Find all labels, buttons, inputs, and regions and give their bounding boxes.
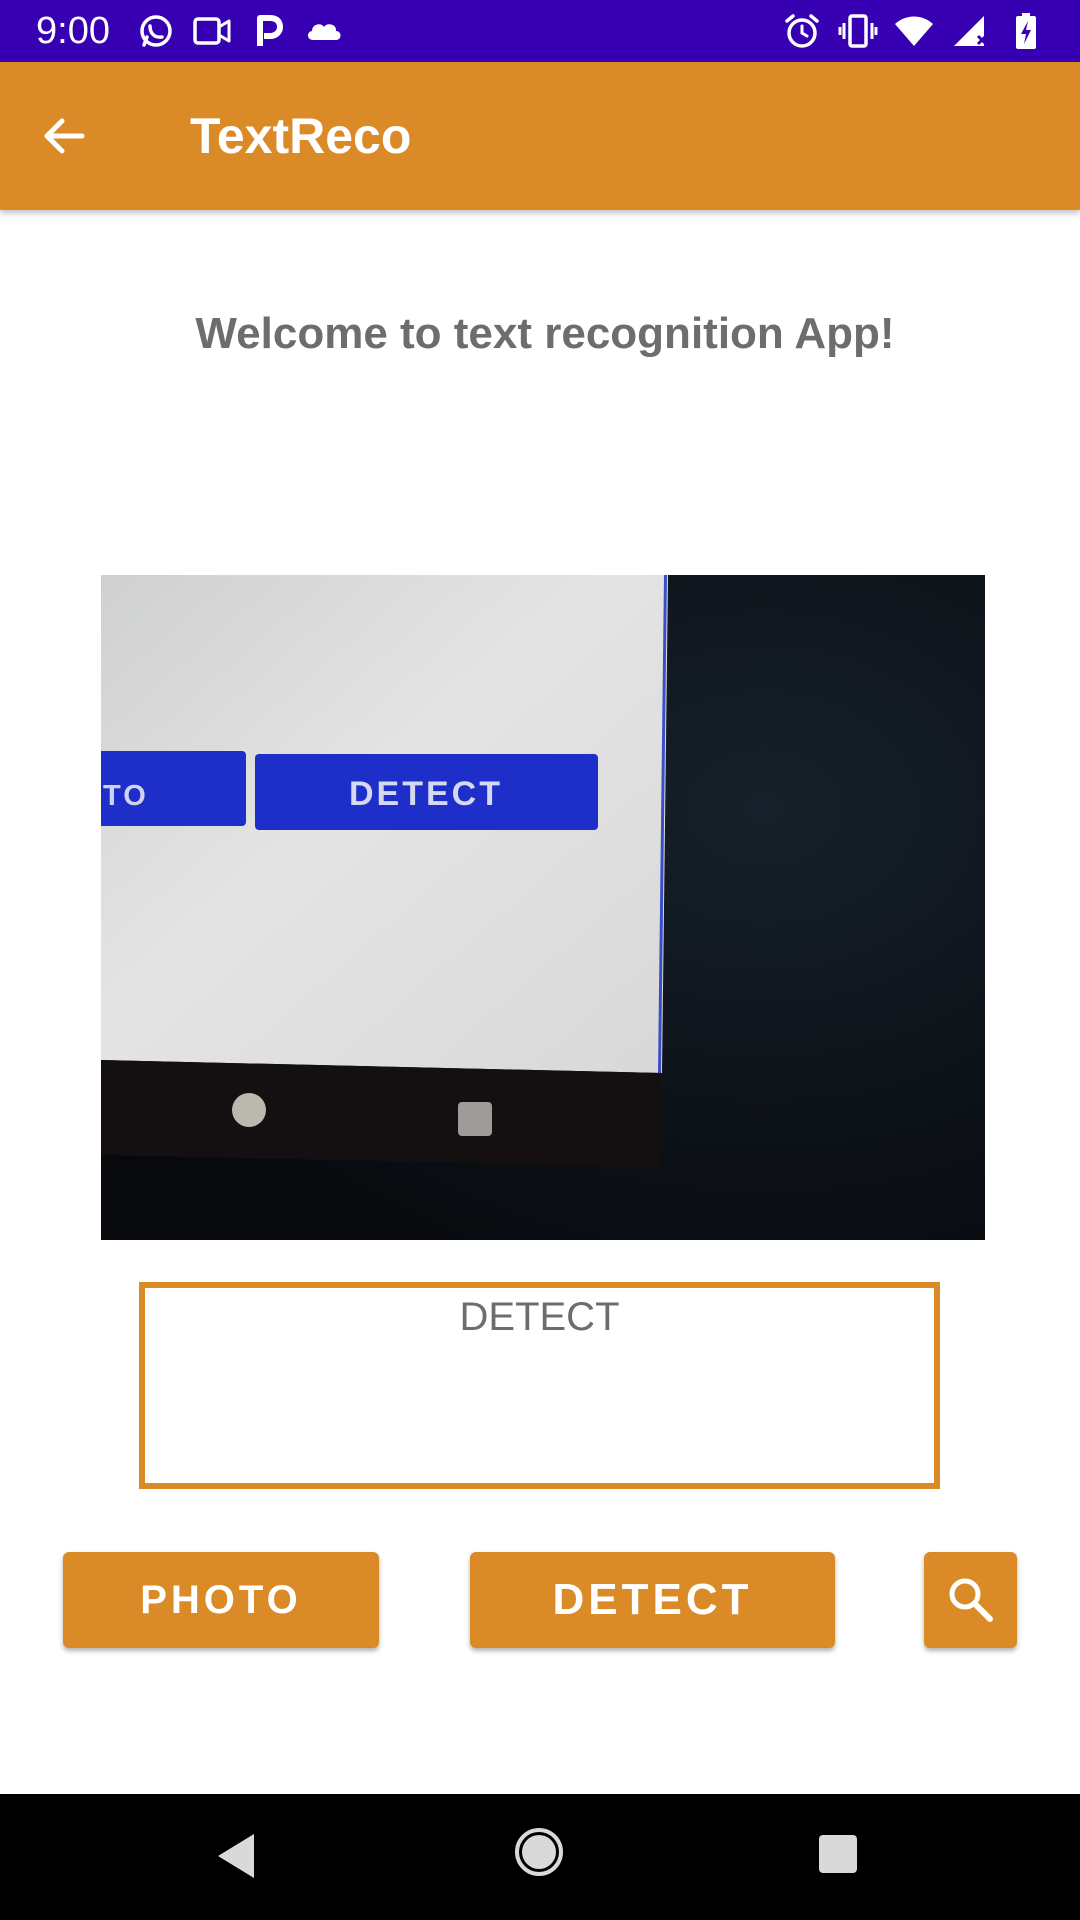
nav-back-icon[interactable] [214,1830,258,1882]
nav-recents-icon[interactable] [817,1833,859,1875]
parking-icon [257,15,283,46]
status-time: 9:00 [36,10,110,52]
arrow-back-icon [44,118,85,154]
status-left-icons [136,12,344,50]
nav-bar [0,1794,1080,1920]
back-button[interactable] [30,102,98,170]
whatsapp-icon [140,15,172,47]
photo-partial-button-label: TO [103,780,149,812]
photo-nav-square [458,1102,492,1136]
detect-button-label: DETECT [552,1575,753,1624]
detect-button[interactable]: DETECT [470,1552,835,1648]
photo-detect-button-label: DETECT [349,775,503,813]
photo-button-label: PHOTO [140,1577,302,1622]
search-button[interactable] [924,1552,1017,1648]
cloud-icon [307,24,341,40]
search-icon [949,1578,993,1622]
vibrate-icon [838,14,878,48]
photo-nav-circle [232,1093,266,1127]
result-text: DETECT [459,1295,620,1339]
status-bar: 9:00 [0,0,1080,62]
app-bar: TextReco [0,62,1080,210]
nav-home-icon[interactable] [513,1826,565,1878]
welcome-text: Welcome to text recognition App! [195,309,895,358]
video-camera-icon [193,17,231,45]
status-right-icons [782,12,1046,50]
screen: 9:00 TextReco Welcome to text recognitio… [0,0,1080,1920]
result-text-box[interactable]: DETECT [139,1282,940,1489]
alarm-icon [785,14,819,48]
battery-charging-icon [1016,13,1036,49]
app-title: TextReco [190,108,412,164]
photo-preview: TO DETECT [101,575,985,1240]
signal-icon [954,16,988,46]
wifi-icon [895,16,933,46]
photo-button[interactable]: PHOTO [63,1552,379,1648]
